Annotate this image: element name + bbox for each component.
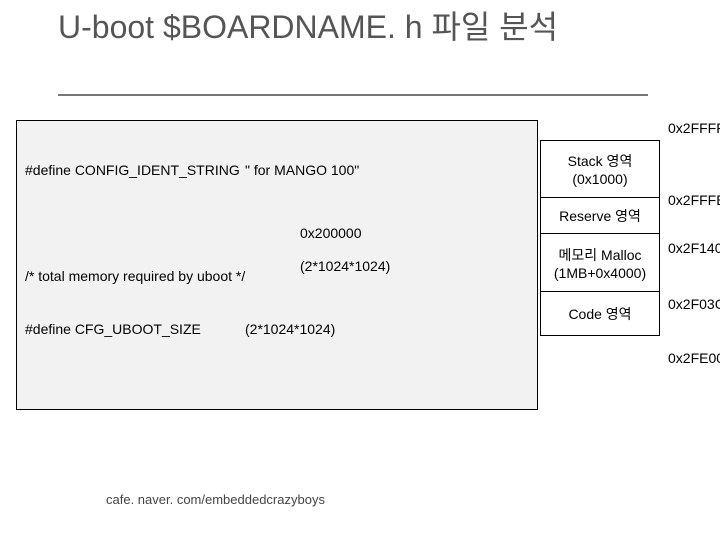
addr-malloc-end: 0x2F03C000: [668, 296, 720, 312]
code-line: /* total memory required by uboot */: [25, 268, 245, 284]
mem-code: Code 영역: [540, 292, 660, 336]
addr-top: 0x2FFFFFFF: [668, 120, 720, 136]
memory-map: Stack 영역 (0x1000) Reserve 영역 메모리 Malloc …: [540, 140, 660, 336]
mem-stack: Stack 영역 (0x1000): [540, 140, 660, 198]
code-box: #define CONFIG_IDENT_STRING " for MANGO 1…: [16, 120, 538, 410]
annotation-size-expr: (2*1024*1024): [300, 258, 390, 274]
slide-title: U-boot $BOARDNAME. h 파일 분석: [58, 8, 678, 46]
slide: U-boot $BOARDNAME. h 파일 분석 #define CONFI…: [0, 0, 720, 540]
mem-malloc-label: 메모리 Malloc: [543, 245, 657, 265]
addr-reserve-end: 0x2F140000: [668, 240, 720, 256]
annotation-size-hex: 0x200000: [300, 225, 362, 241]
code-line: #define CFG_UBOOT_SIZE: [25, 321, 201, 337]
mem-reserve-label: Reserve 영역: [543, 206, 657, 226]
mem-malloc-size: (1MB+0x4000): [543, 265, 657, 281]
mem-code-label: Code 영역: [543, 304, 657, 324]
mem-malloc: 메모리 Malloc (1MB+0x4000): [540, 234, 660, 292]
footer-url: cafe. naver. com/embeddedcrazyboys: [106, 492, 325, 507]
code-line: #define CONFIG_IDENT_STRING: [25, 162, 240, 178]
mem-stack-size: (0x1000): [543, 171, 657, 187]
mem-stack-label: Stack 영역: [543, 151, 657, 171]
addr-code-end: 0x2FE00000: [668, 350, 720, 366]
code-value: (2*1024*1024): [245, 321, 335, 339]
code-value: " for MANGO 100": [245, 162, 359, 180]
title-underline: [58, 94, 648, 96]
addr-stack-end: 0x2FFFEFFF: [668, 192, 720, 208]
mem-reserve: Reserve 영역: [540, 198, 660, 234]
